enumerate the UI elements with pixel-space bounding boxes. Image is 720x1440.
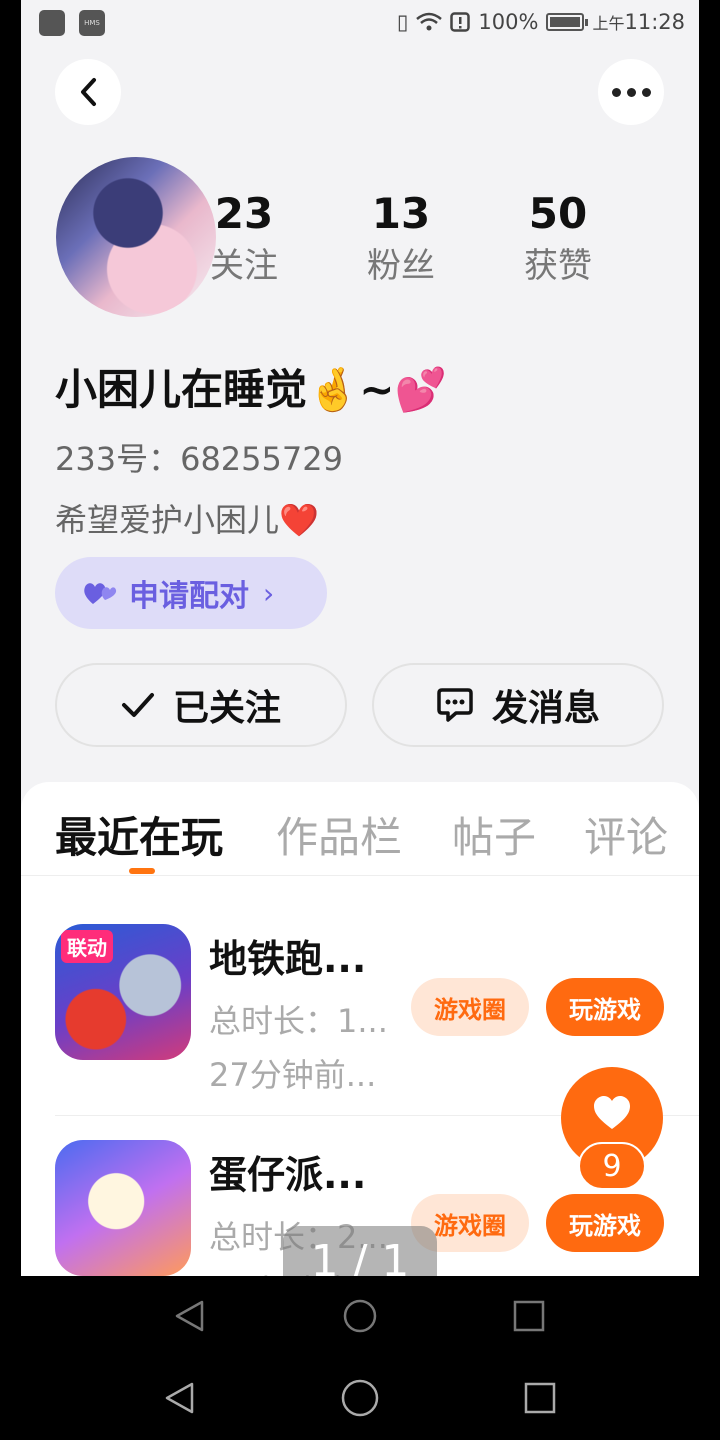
bio: 希望爱护小困儿❤️: [55, 501, 319, 539]
play-game-button[interactable]: 玩游戏: [546, 1194, 664, 1252]
page-indicator: 1 / 1: [283, 1226, 437, 1276]
tab-indicator: [129, 868, 155, 874]
more-button[interactable]: [598, 59, 664, 125]
recents-nav-icon[interactable]: [510, 1368, 570, 1428]
back-button[interactable]: [55, 59, 121, 125]
likes-label: 获赞: [524, 246, 592, 286]
chevron-left-icon: [81, 78, 96, 106]
game-icon[interactable]: 联动: [55, 924, 191, 1060]
chevron-right-icon: ›: [263, 576, 275, 610]
game-icon[interactable]: [55, 1140, 191, 1276]
alert-icon: [450, 12, 471, 32]
tab-bar: 最近在玩 作品栏 帖子 评论: [21, 782, 699, 876]
clock: 11:28: [624, 10, 685, 34]
app-screen: HMS ▯ 100% 上午 11:28 23 关注 13 粉丝 50 获赞 小困…: [21, 0, 699, 1276]
wifi-icon: [416, 12, 443, 31]
check-icon: [121, 693, 154, 717]
hms-icon: HMS: [79, 10, 105, 36]
following-button-label: 已关注: [172, 688, 281, 729]
home-nav-icon[interactable]: [330, 1286, 390, 1346]
tab-recently-played[interactable]: 最近在玩: [55, 804, 223, 865]
content-card: 最近在玩 作品栏 帖子 评论 联动 地铁跑... 总时长：1... 27分钟前.…: [21, 782, 699, 1276]
likes-count: 50: [528, 189, 588, 238]
pair-request-button[interactable]: 申请配对 ›: [55, 557, 327, 629]
pair-request-label: 申请配对: [129, 579, 249, 614]
hearts-icon: [84, 583, 117, 604]
back-nav-icon[interactable]: [150, 1368, 210, 1428]
message-button-label: 发消息: [491, 688, 600, 729]
game-circle-button[interactable]: 游戏圈: [411, 978, 529, 1036]
following-label: 关注: [210, 246, 278, 286]
vibrate-icon: ▯: [396, 10, 409, 34]
stat-following[interactable]: 23 关注: [184, 190, 304, 288]
game-title: 蛋仔派...: [209, 1153, 367, 1197]
home-nav-icon[interactable]: [330, 1368, 390, 1428]
stat-followers[interactable]: 13 粉丝: [341, 190, 461, 288]
following-count: 23: [214, 189, 274, 238]
message-button[interactable]: 发消息: [372, 663, 664, 747]
heart-icon: [594, 1096, 630, 1129]
battery-icon: [546, 13, 589, 31]
following-button[interactable]: 已关注: [55, 663, 347, 747]
user-id: 233号：68255729: [55, 440, 343, 478]
phone-frame: HMS ▯ 100% 上午 11:28 23 关注 13 粉丝 50 获赞 小困…: [0, 0, 720, 1356]
tab-works[interactable]: 作品栏: [276, 804, 402, 865]
followers-label: 粉丝: [367, 246, 435, 286]
system-nav-bar: [0, 1356, 720, 1440]
tab-comments[interactable]: 评论: [584, 804, 668, 865]
recents-nav-icon[interactable]: [499, 1286, 559, 1346]
game-title: 地铁跑...: [209, 937, 367, 981]
collab-tag: 联动: [61, 930, 113, 963]
play-game-button[interactable]: 玩游戏: [546, 978, 664, 1036]
stat-likes[interactable]: 50 获赞: [498, 190, 618, 288]
status-bar: HMS ▯ 100% 上午 11:28: [21, 0, 699, 46]
game-total-time: 总时长：1...: [209, 1002, 388, 1040]
followers-count: 13: [371, 189, 431, 238]
app-notification-icon: [39, 10, 65, 36]
more-dots-icon: [611, 87, 651, 97]
chat-bubble-icon: [437, 688, 473, 722]
battery-percent: 100%: [478, 10, 539, 34]
time-prefix: 上午: [592, 14, 625, 33]
like-count-badge: 9: [578, 1142, 646, 1190]
app-nav-bar: [21, 1276, 699, 1356]
game-last-played: 27分钟前...: [209, 1056, 377, 1094]
tab-posts[interactable]: 帖子: [452, 804, 536, 865]
back-nav-icon[interactable]: [160, 1286, 220, 1346]
nickname: 小困儿在睡觉🤞~💕: [55, 365, 447, 414]
